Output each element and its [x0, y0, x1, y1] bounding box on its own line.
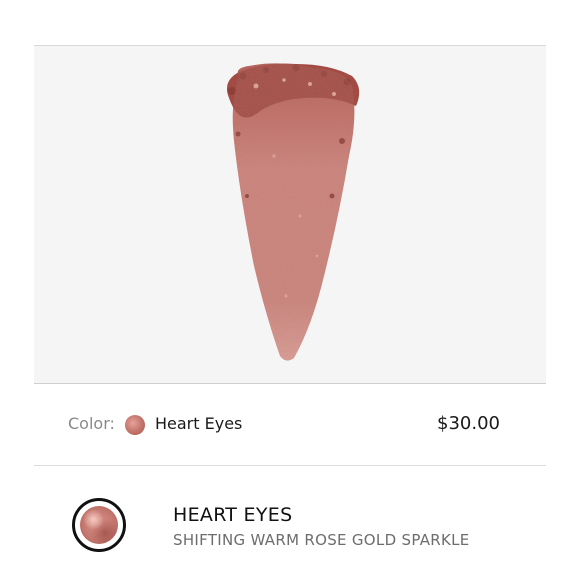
- color-label: Color:: [68, 414, 115, 433]
- shade-name: HEART EYES: [173, 504, 293, 526]
- eyeshadow-pan-icon[interactable]: [72, 498, 126, 552]
- color-price-row: Color: Heart Eyes $30.00: [34, 405, 546, 445]
- color-swatch-dot[interactable]: [125, 415, 145, 435]
- price: $30.00: [437, 413, 500, 434]
- eyeshadow-swatch-graphic: [226, 63, 360, 361]
- pan-color-fill: [80, 506, 118, 544]
- product-page: Color: Heart Eyes $30.00 HEART EYES SHIF…: [0, 0, 580, 580]
- shade-description: SHIFTING WARM ROSE GOLD SPARKLE: [173, 531, 470, 549]
- divider: [34, 465, 546, 466]
- product-shade-option[interactable]: HEART EYES SHIFTING WARM ROSE GOLD SPARK…: [34, 490, 546, 560]
- color-name: Heart Eyes: [155, 414, 243, 433]
- product-swatch-image: [34, 45, 546, 384]
